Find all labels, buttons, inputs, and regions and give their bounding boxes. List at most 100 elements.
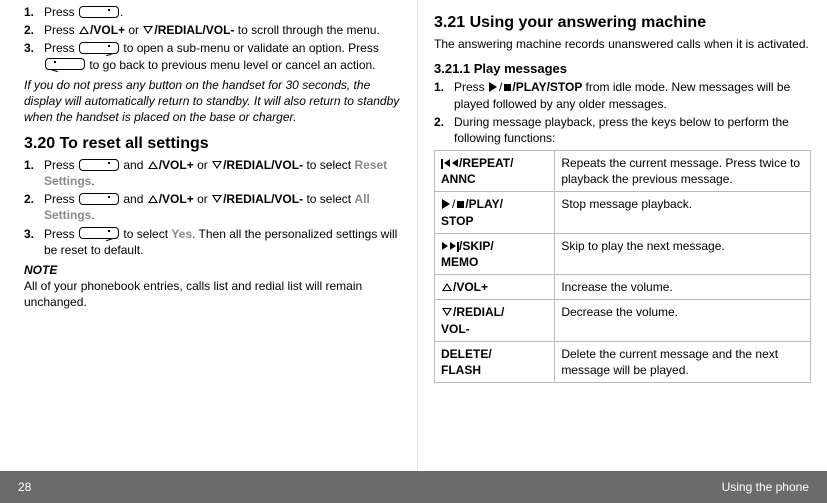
step-text-end: . (120, 5, 123, 19)
table-row: /SKIP/ MEMO Skip to play the next messag… (435, 233, 811, 274)
steps-top: 1. Press . 2. Press /VOL+ or /REDIAL/VOL… (24, 4, 401, 73)
key-cell: /REDIAL/ VOL- (435, 300, 555, 341)
left-column: 1. Press . 2. Press /VOL+ or /REDIAL/VOL… (0, 0, 418, 471)
idle-note: If you do not press any button on the ha… (24, 77, 401, 126)
step-3: 3. Press to open a sub-menu or validate … (44, 40, 401, 72)
left-softkey-icon (79, 227, 119, 239)
step-number: 2. (24, 22, 34, 38)
play-triangle-icon (442, 199, 450, 209)
key-label: DELETE/ FLASH (441, 347, 492, 377)
t: . (91, 208, 94, 222)
step-text-end: to scroll through the menu. (238, 23, 380, 37)
down-triangle-icon (143, 26, 153, 34)
content-area: 1. Press . 2. Press /VOL+ or /REDIAL/VOL… (0, 0, 827, 471)
right-column: 3.21 Using your answering machine The an… (418, 0, 827, 471)
step-number: 3. (24, 226, 34, 242)
desc-cell: Repeats the current message. Press twice… (555, 151, 811, 192)
step-number: 2. (434, 114, 444, 130)
left-softkey-icon (79, 42, 119, 54)
heading-3-21-1: 3.21.1 Play messages (434, 60, 811, 78)
step-1: 1. Press . (44, 4, 401, 20)
menu-key-icon (79, 193, 119, 205)
table-row: DELETE/ FLASH Delete the current message… (435, 341, 811, 382)
step-text: Press (44, 23, 78, 37)
vol-up-label: /VOL+ (90, 23, 125, 37)
t: Press (454, 80, 488, 94)
up-triangle-icon (79, 26, 89, 34)
key-cell: DELETE/ FLASH (435, 341, 555, 382)
t: Press (44, 158, 78, 172)
right-softkey-icon (45, 58, 85, 70)
up-triangle-icon (148, 161, 158, 169)
steps-320: 1. Press and /VOL+ or /REDIAL/VOL- to se… (24, 157, 401, 258)
step-number: 1. (434, 79, 444, 95)
step-number: 1. (24, 157, 34, 173)
playback-key-table: /REPEAT/ ANNC Repeats the current messag… (434, 150, 811, 383)
vol-up-label: /VOL+ (159, 192, 194, 206)
up-triangle-icon (442, 283, 452, 291)
steps-3211: 1. Press //PLAY/STOP from idle mode. New… (434, 79, 811, 146)
key-cell: //PLAY/ STOP (435, 192, 555, 233)
key-cell: /SKIP/ MEMO (435, 233, 555, 274)
t: . (91, 174, 94, 188)
menu-key-icon (79, 6, 119, 18)
desc-cell: Skip to play the next message. (555, 233, 811, 274)
note-heading: NOTE (24, 262, 401, 278)
key-label: /PLAY/ STOP (441, 197, 503, 227)
step-number: 2. (24, 191, 34, 207)
vol-down-label: /REDIAL/VOL- (223, 158, 303, 172)
play-stop-label: /PLAY/STOP (512, 80, 582, 94)
down-triangle-icon (442, 308, 452, 316)
key-label: /VOL+ (453, 280, 488, 294)
down-triangle-icon (212, 161, 222, 169)
table-row: //PLAY/ STOP Stop message playback. (435, 192, 811, 233)
step-320-2: 2. Press and /VOL+ or /REDIAL/VOL- to se… (44, 191, 401, 223)
step-number: 3. (24, 40, 34, 56)
vol-down-label: /REDIAL/VOL- (154, 23, 234, 37)
key-cell: /REPEAT/ ANNC (435, 151, 555, 192)
step-text: Press (44, 5, 78, 19)
play-triangle-icon (489, 82, 497, 92)
table-row: /REPEAT/ ANNC Repeats the current messag… (435, 151, 811, 192)
key-cell: /VOL+ (435, 275, 555, 300)
menu-option-yes: Yes (171, 227, 192, 241)
t: Press (44, 227, 78, 241)
t: During message playback, press the keys … (454, 115, 789, 145)
step-text-end: to go back to previous menu level or can… (89, 58, 375, 72)
or-text: or (128, 23, 142, 37)
up-triangle-icon (148, 195, 158, 203)
stop-square-icon (504, 84, 511, 91)
page-number: 28 (18, 480, 31, 494)
step-text-mid: to open a sub-menu or validate an option… (123, 41, 379, 55)
down-triangle-icon (212, 195, 222, 203)
vol-down-label: /REDIAL/VOL- (223, 192, 303, 206)
table-row: /VOL+ Increase the volume. (435, 275, 811, 300)
page: 1. Press . 2. Press /VOL+ or /REDIAL/VOL… (0, 0, 827, 503)
step-2: 2. Press /VOL+ or /REDIAL/VOL- to scroll… (44, 22, 401, 38)
stop-square-icon (457, 201, 464, 208)
step-3211-1: 1. Press //PLAY/STOP from idle mode. New… (454, 79, 811, 111)
table-row: /REDIAL/ VOL- Decrease the volume. (435, 300, 811, 341)
t: and (123, 158, 146, 172)
step-text: Press (44, 41, 78, 55)
desc-cell: Increase the volume. (555, 275, 811, 300)
skip-icon (441, 242, 459, 252)
footer-section-title: Using the phone (722, 480, 809, 494)
t: to select (306, 158, 354, 172)
menu-key-icon (79, 159, 119, 171)
desc-cell: Decrease the volume. (555, 300, 811, 341)
step-320-1: 1. Press and /VOL+ or /REDIAL/VOL- to se… (44, 157, 401, 189)
t: Press (44, 192, 78, 206)
desc-cell: Delete the current message and the next … (555, 341, 811, 382)
t: and (123, 192, 146, 206)
repeat-icon (441, 159, 459, 169)
vol-up-label: /VOL+ (159, 158, 194, 172)
heading-3-21: 3.21 Using your answering machine (434, 12, 811, 34)
t: to select (123, 227, 171, 241)
footer-bar: 28 Using the phone (0, 471, 827, 503)
or-text: or (197, 192, 211, 206)
t: to select (306, 192, 354, 206)
step-number: 1. (24, 4, 34, 20)
note-body: All of your phonebook entries, calls lis… (24, 278, 401, 310)
sub-3-21: The answering machine records unanswered… (434, 36, 811, 52)
